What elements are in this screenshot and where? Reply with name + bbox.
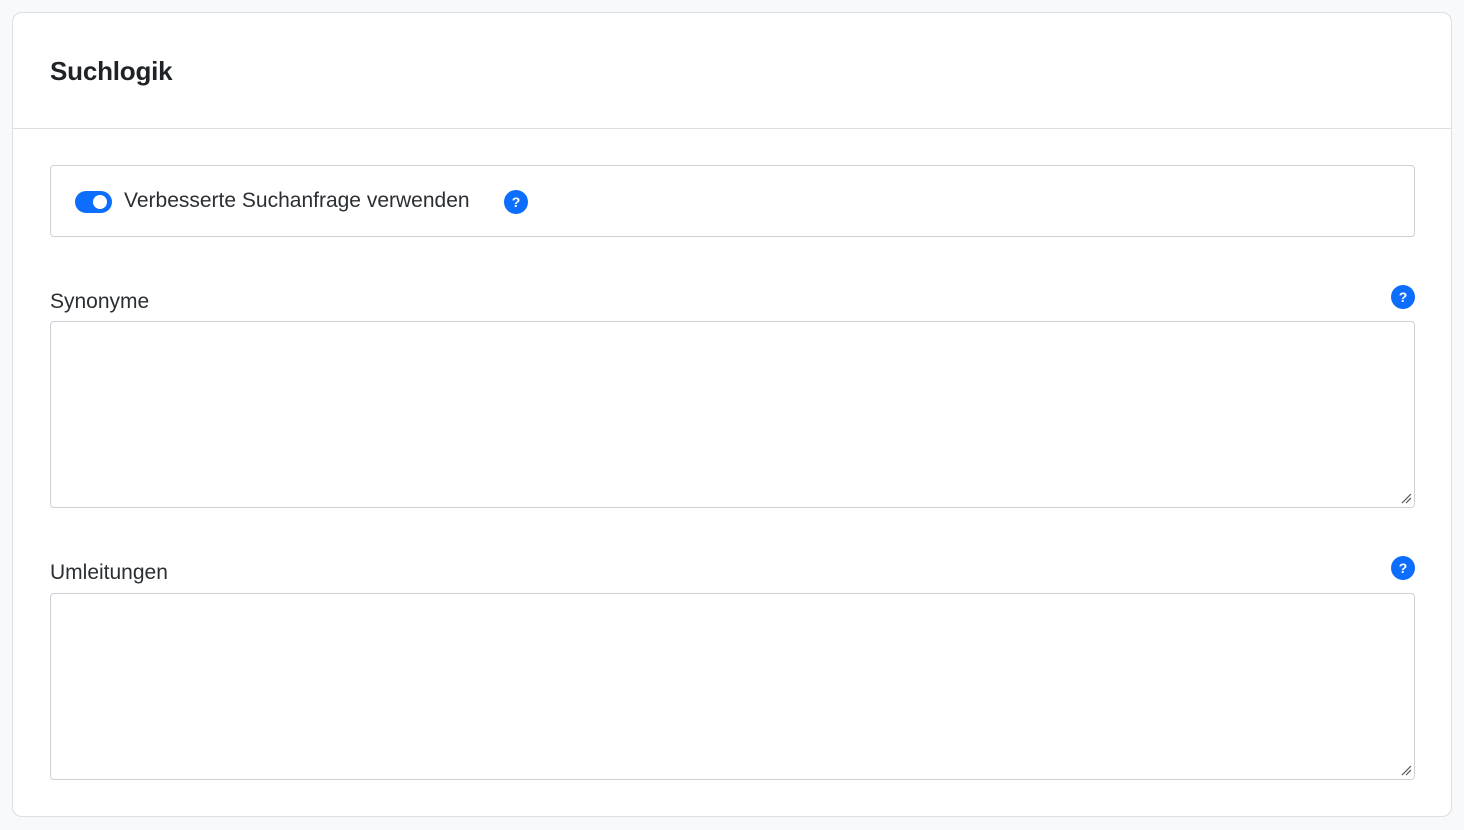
enhanced-query-box: Verbesserte Suchanfrage verwenden ? <box>50 165 1415 237</box>
enhanced-query-toggle[interactable] <box>75 191 112 213</box>
search-logic-card: Suchlogik Verbesserte Suchanfrage verwen… <box>12 12 1452 817</box>
redirects-textarea[interactable] <box>50 593 1415 780</box>
synonyms-textarea[interactable] <box>50 321 1415 508</box>
toggle-knob <box>93 195 107 209</box>
redirects-help-icon[interactable]: ? <box>1391 556 1415 580</box>
enhanced-query-label[interactable]: Verbesserte Suchanfrage verwenden <box>124 189 470 213</box>
card-title: Suchlogik <box>50 56 173 86</box>
help-icon[interactable]: ? <box>504 190 528 214</box>
resize-grip-icon[interactable] <box>1400 764 1412 776</box>
card-header: Suchlogik <box>13 13 1451 129</box>
synonyms-label: Synonyme <box>50 290 150 313</box>
redirects-label: Umleitungen <box>50 561 168 584</box>
resize-grip-icon[interactable] <box>1400 492 1412 504</box>
synonyms-help-icon[interactable]: ? <box>1391 285 1415 309</box>
